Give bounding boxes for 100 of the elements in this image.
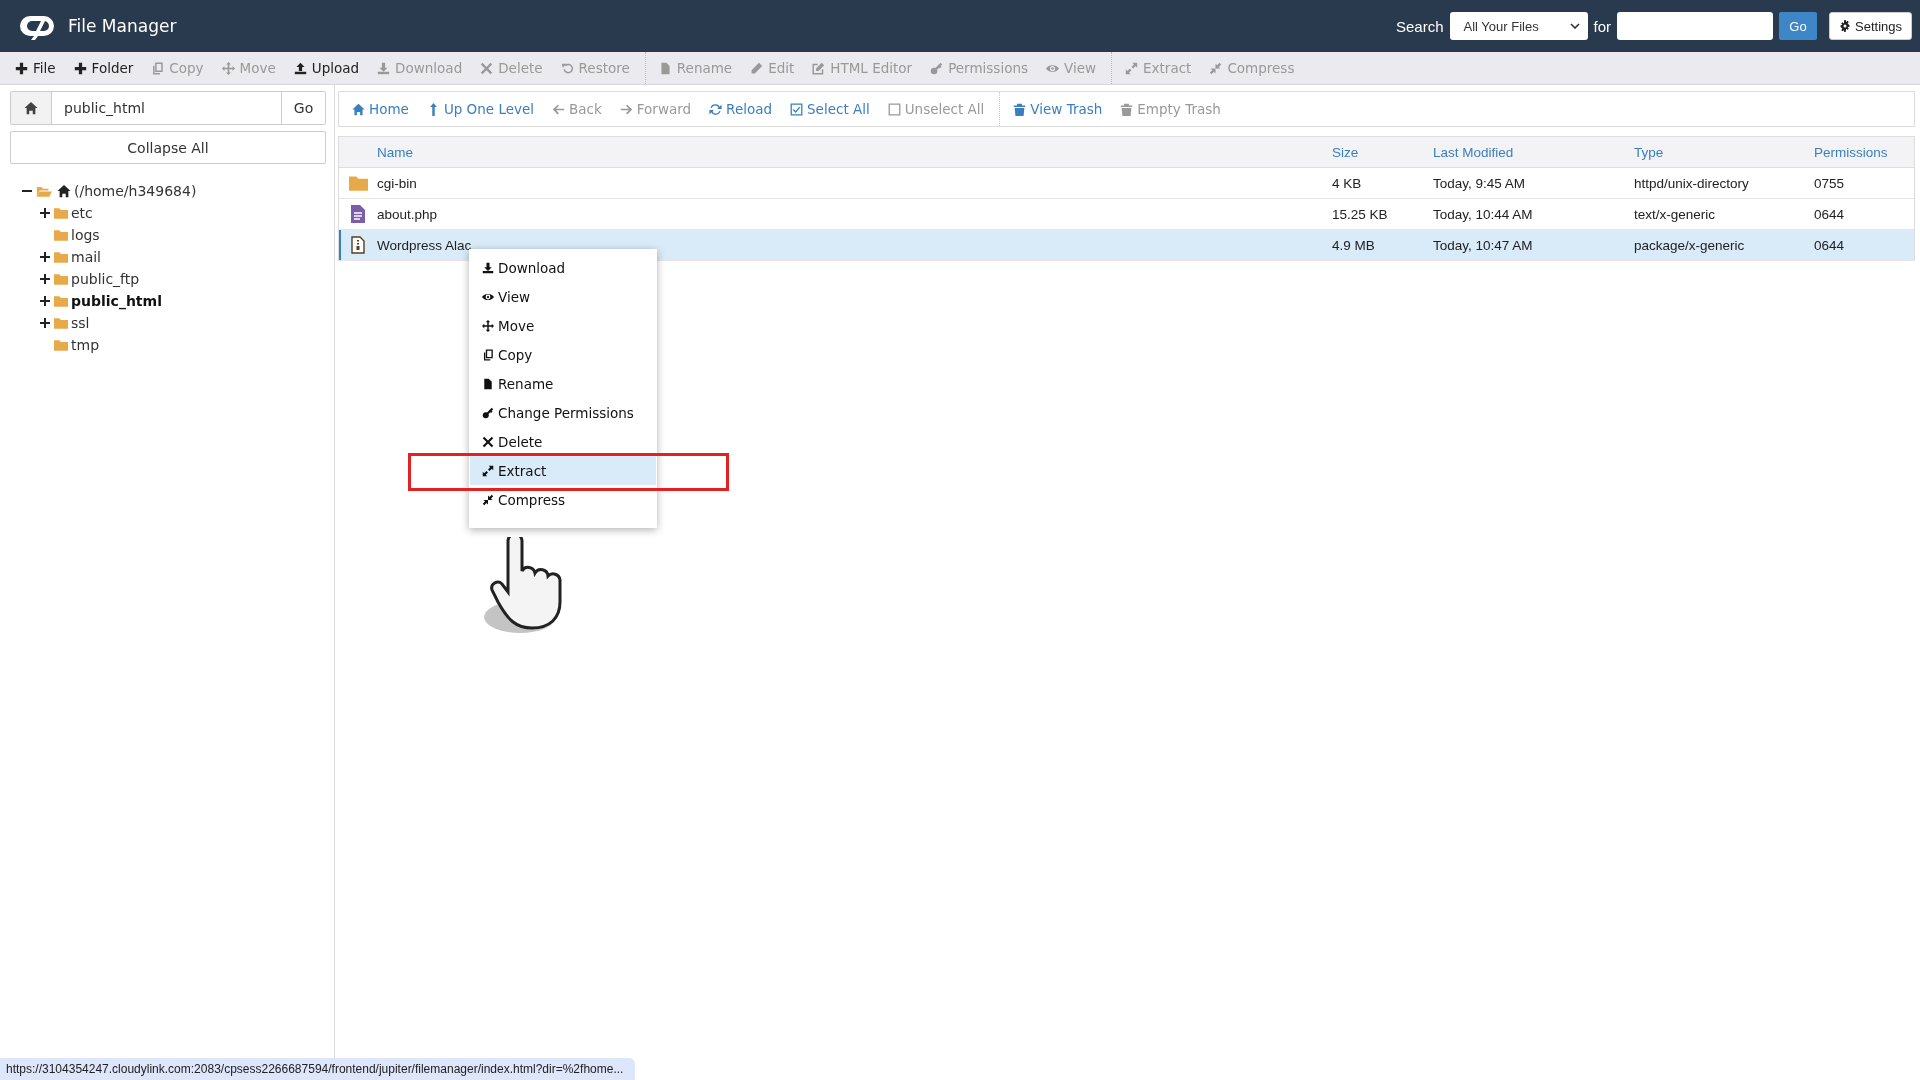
file-type: package/x-generic (1634, 237, 1746, 253)
undo-icon (560, 61, 574, 75)
home-icon (57, 184, 71, 198)
column-header[interactable]: Name (377, 144, 1332, 160)
search-go-button[interactable]: Go (1779, 12, 1817, 40)
folder-icon (54, 339, 68, 351)
menu-item[interactable]: Rename (470, 369, 656, 398)
toolbar-button[interactable]: Folder (64, 60, 143, 76)
plus-icon[interactable] (40, 274, 50, 284)
nav-button[interactable]: Home (343, 101, 418, 117)
file-name: about.php (377, 206, 439, 222)
status-url: https://3104354247.cloudylink.com:2083/cpsess2266687594/frontend/jupiter/filemanager/index.html?dir=%2fhome... (0, 1058, 636, 1080)
tree-item[interactable]: etc (71, 205, 93, 221)
tree-item[interactable]: ssl (71, 315, 90, 331)
download-icon (482, 261, 494, 274)
trash-icon (1120, 102, 1134, 116)
search-field[interactable] (1617, 12, 1773, 40)
nav-button[interactable]: View Trash (1004, 101, 1112, 117)
copy-icon (482, 348, 494, 361)
edit-icon (812, 61, 826, 75)
archive-file-icon (351, 236, 365, 254)
toolbar-button[interactable]: File (6, 60, 65, 76)
column-header[interactable]: Last Modified (1433, 144, 1634, 160)
file-name: Wordpress Alac (377, 237, 473, 253)
tree-item[interactable]: public_ftp (71, 271, 140, 287)
modified-date: Today, 10:47 AM (1433, 237, 1534, 253)
four-arrows-icon (221, 61, 235, 75)
key-icon (930, 61, 944, 75)
settings-button[interactable]: Settings (1829, 12, 1912, 40)
nav-button[interactable]: Up One Level (417, 101, 544, 117)
tree-item[interactable]: mail (71, 249, 101, 265)
file-icon (482, 377, 494, 390)
menu-item[interactable]: Compress (470, 485, 656, 514)
app-title: File Manager (68, 16, 177, 36)
home-icon (352, 102, 365, 116)
permissions-value: 0644 (1814, 206, 1846, 222)
checked-box-icon (790, 102, 804, 116)
right-arrow-icon (619, 102, 633, 116)
tree-item[interactable]: tmp (71, 337, 99, 353)
nav-button[interactable]: Select All (781, 101, 879, 117)
tree-item[interactable]: public_html (71, 293, 162, 309)
file-name: cgi-bin (377, 175, 418, 191)
four-arrows-icon (482, 319, 494, 332)
pencil-icon (750, 61, 764, 75)
path-field[interactable]: public_html Go (10, 91, 326, 125)
file-row[interactable]: Wordpress Alac 4.9 MB Today, 10:47 AM package/x-generic 0644 (339, 230, 1914, 261)
expand-arrows-icon (482, 464, 494, 477)
file-row[interactable]: cgi-bin 4 KB Today, 9:45 AM httpd/unix-directory 0755 (339, 168, 1914, 199)
left-arrow-icon (552, 102, 566, 116)
home-icon (24, 101, 38, 115)
menu-item[interactable]: Extract (470, 456, 656, 485)
menu-item[interactable]: Change Permissions (470, 398, 656, 427)
plus-icon[interactable] (40, 318, 50, 328)
plus-icon[interactable] (40, 296, 50, 306)
expand-arrows-icon (1125, 61, 1139, 75)
folder-icon (54, 229, 68, 241)
plus-icon (73, 61, 87, 75)
home-button[interactable] (11, 92, 52, 124)
file-size: 4.9 MB (1332, 237, 1376, 253)
column-header[interactable]: Size (1332, 144, 1433, 160)
collapse-all-button[interactable]: Collapse All (10, 131, 326, 164)
open-folder-icon (36, 184, 52, 198)
modified-date: Today, 10:44 AM (1433, 206, 1534, 222)
refresh-icon (709, 102, 723, 116)
file-type: httpd/unix-directory (1634, 175, 1750, 191)
file-size: 4 KB (1332, 175, 1363, 191)
permissions-value: 0644 (1814, 237, 1846, 253)
folder-icon (54, 295, 68, 307)
toolbar-button[interactable]: Upload (284, 60, 369, 76)
copy-icon (151, 61, 165, 75)
folder-icon (54, 207, 68, 219)
menu-item[interactable]: Copy (470, 340, 656, 369)
menu-item[interactable]: Move (470, 311, 656, 340)
path-go-button[interactable]: Go (281, 92, 325, 124)
modified-date: Today, 9:45 AM (1433, 175, 1527, 191)
folder-icon (348, 175, 368, 191)
search-label: Search (1395, 17, 1444, 35)
column-header[interactable]: Type (1634, 144, 1814, 160)
compress-arrows-icon (1209, 61, 1223, 75)
plus-icon (15, 61, 28, 75)
compress-arrows-icon (482, 493, 494, 506)
cross-icon (480, 61, 494, 75)
folder-icon (54, 273, 68, 285)
tree-item[interactable]: (/home/h349684) (74, 183, 197, 199)
for-label: for (1593, 17, 1611, 35)
plus-icon[interactable] (40, 252, 50, 262)
nav-button[interactable]: Reload (700, 101, 782, 117)
tree-item[interactable]: logs (71, 227, 100, 243)
column-header[interactable]: Permissions (1814, 144, 1914, 160)
document-icon (351, 205, 365, 223)
chevron-icon (1569, 23, 1580, 29)
file-type: text/x-generic (1634, 206, 1717, 222)
upload-icon (293, 61, 307, 75)
file-icon (658, 61, 672, 75)
plus-icon[interactable] (40, 208, 50, 218)
folder-icon (54, 317, 68, 329)
folder-icon (54, 251, 68, 263)
menu-item[interactable]: Delete (470, 427, 656, 456)
scope-dropdown[interactable]: All Your Files (1449, 12, 1588, 40)
menu-item[interactable]: View (470, 282, 656, 311)
